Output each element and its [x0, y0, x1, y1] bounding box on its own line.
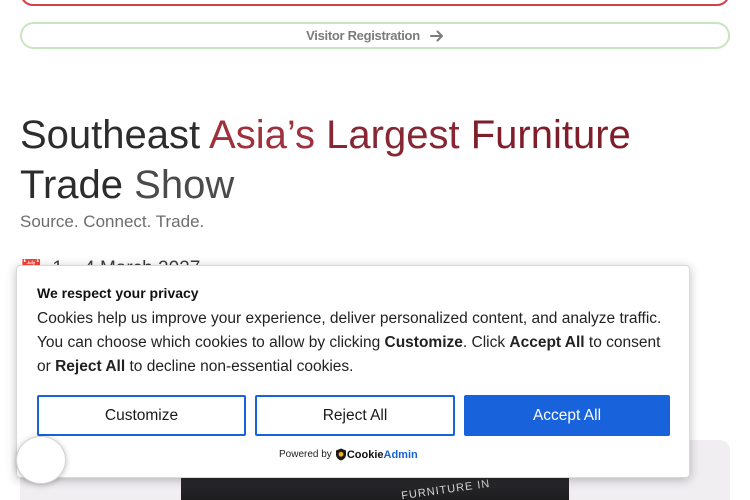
powered-by-text: Powered by [279, 449, 332, 460]
title-word: Southeast [20, 113, 201, 157]
cookie-banner-title: We respect your privacy [37, 285, 199, 301]
title-word: Furniture [470, 113, 631, 157]
photo-sign-text: FURNITURE IN [400, 478, 492, 500]
brand-text-admin: Admin [383, 448, 418, 461]
visitor-registration-button[interactable]: Visitor Registration [20, 22, 730, 49]
cookie-banner-description: Cookies help us improve your experience,… [37, 307, 677, 379]
cookie-text-part: to decline non-essential cookies. [125, 358, 354, 375]
title-word: Show [134, 163, 235, 207]
accept-all-button[interactable]: Accept All [464, 395, 670, 436]
cookie-text-customize: Customize [384, 334, 463, 351]
title-word: Trade [20, 163, 124, 207]
reject-all-button[interactable]: Reject All [255, 395, 455, 436]
visitor-registration-label: Visitor Registration [306, 28, 420, 43]
brand-text-cookie: Cookie [346, 448, 384, 461]
cookie-text-accept: Accept All [509, 334, 585, 351]
arrow-right-icon [429, 30, 443, 41]
page-title: Southeast Asia’s Largest Furniture Trade… [20, 110, 720, 210]
powered-by: Powered by Cookie Admin [279, 448, 418, 461]
cookie-consent-banner: We respect your privacy Cookies help us … [16, 265, 690, 478]
cookie-text-reject: Reject All [55, 358, 126, 375]
title-word: Asia’s [209, 113, 316, 157]
cookieadmin-shield-icon [335, 448, 346, 461]
trade-show-photo: FURNITURE IN [181, 478, 569, 500]
cookie-text-part: . Click [462, 334, 510, 351]
exhibitor-button-partial[interactable] [20, 0, 730, 6]
title-word: Largest [326, 113, 460, 157]
cookieadmin-logo[interactable]: Cookie Admin [335, 448, 418, 461]
cookie-revisit-icon[interactable] [16, 436, 66, 484]
customize-button[interactable]: Customize [37, 395, 246, 436]
tagline: Source. Connect. Trade. [20, 212, 205, 231]
